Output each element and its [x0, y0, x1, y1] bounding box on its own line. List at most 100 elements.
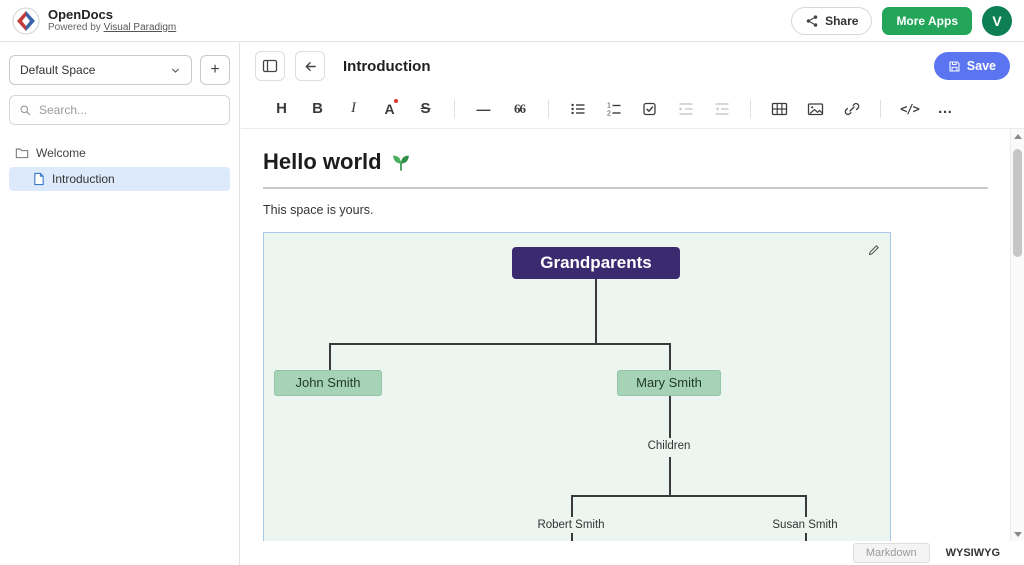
image-button[interactable] [801, 94, 830, 123]
task-list-button[interactable] [635, 94, 664, 123]
space-selector[interactable]: Default Space [9, 55, 192, 85]
connector-line [669, 343, 671, 370]
indent-button[interactable] [671, 94, 700, 123]
color-dot [394, 99, 398, 103]
heading-text: Hello world [263, 147, 382, 177]
bold-button[interactable]: B [303, 94, 332, 123]
svg-text:2: 2 [607, 110, 611, 117]
table-button[interactable] [765, 94, 794, 123]
table-icon [771, 101, 788, 117]
toolbar-separator [548, 100, 549, 118]
triangle-down-icon [1014, 532, 1022, 537]
share-label: Share [825, 14, 858, 28]
editor-viewport[interactable]: Hello world This space is yours. Grandpa… [241, 129, 1010, 565]
save-label: Save [967, 59, 996, 73]
sidebar: Default Space + Welcome [0, 43, 240, 565]
font-color-button[interactable]: A [375, 94, 404, 123]
document-heading: Hello world [263, 147, 988, 177]
opendocs-logo-icon [12, 7, 40, 35]
scroll-down-button[interactable] [1011, 527, 1024, 541]
share-icon [805, 14, 819, 28]
space-row: Default Space + [9, 55, 230, 85]
more-apps-button[interactable]: More Apps [882, 7, 972, 35]
tree-node-john[interactable]: John Smith [274, 370, 382, 396]
sidebar-layout-icon [262, 59, 278, 73]
horizontal-rule-button[interactable]: — [469, 94, 498, 123]
toolbar-separator [880, 100, 881, 118]
back-button[interactable] [295, 51, 325, 81]
tree-node-root[interactable]: Grandparents [512, 247, 680, 279]
toolbar-separator [750, 100, 751, 118]
folder-icon [15, 147, 29, 159]
code-glyph: </> [900, 102, 919, 116]
triangle-up-icon [1014, 134, 1022, 139]
children-edge-label: Children [639, 440, 699, 452]
heading-button[interactable]: H [267, 94, 296, 123]
intro-paragraph: This space is yours. [263, 203, 988, 218]
user-avatar[interactable]: V [982, 6, 1012, 36]
more-options-button[interactable]: … [931, 94, 960, 123]
powered-by-text: Powered by [48, 22, 101, 33]
italic-button[interactable]: I [339, 94, 368, 123]
heading-divider [263, 187, 988, 189]
numbered-list-button[interactable]: 12 [599, 94, 628, 123]
svg-text:1: 1 [607, 102, 611, 109]
main-area: Introduction Save H B I A S — 66 [241, 43, 1024, 565]
quote-glyph: 66 [514, 101, 525, 117]
app-title: OpenDocs [48, 8, 176, 22]
search-icon [19, 104, 32, 117]
task-list-icon [642, 101, 658, 117]
connector-line [329, 343, 670, 345]
outdent-icon [714, 101, 730, 117]
brand: OpenDocs Powered by Visual Paradigm [12, 7, 176, 35]
code-block-button[interactable]: </> [895, 94, 924, 123]
blockquote-button[interactable]: 66 [505, 94, 534, 123]
strikethrough-button[interactable]: S [411, 94, 440, 123]
heading-glyph: H [276, 100, 287, 117]
search-input[interactable] [39, 103, 220, 117]
bullet-list-icon [570, 101, 586, 117]
seedling-icon [390, 151, 412, 173]
toolbar-separator [454, 100, 455, 118]
add-space-button[interactable]: + [200, 55, 230, 85]
save-floppy-icon [948, 60, 961, 73]
strikethrough-glyph: S [420, 100, 430, 117]
app-window: OpenDocs Powered by Visual Paradigm [0, 0, 1024, 565]
family-tree-diagram[interactable]: Grandparents John Smith Mary Smith Child… [263, 232, 891, 565]
powered-by: Powered by Visual Paradigm [48, 22, 176, 34]
edit-diagram-button[interactable] [863, 240, 883, 260]
space-selector-value: Default Space [20, 63, 95, 77]
italic-glyph: I [351, 100, 356, 117]
visual-paradigm-link[interactable]: Visual Paradigm [104, 22, 177, 33]
scrollbar-thumb[interactable] [1013, 149, 1022, 257]
tree-item-welcome[interactable]: Welcome [9, 141, 230, 165]
toggle-sidebar-button[interactable] [255, 51, 285, 81]
editor-mode-footer: Markdown WYSIWYG [241, 541, 1024, 565]
connector-line [805, 495, 807, 517]
brand-text: OpenDocs Powered by Visual Paradigm [48, 8, 176, 34]
tree-node-susan[interactable]: Susan Smith [760, 519, 850, 531]
markdown-mode-button[interactable]: Markdown [853, 543, 930, 563]
connector-line [669, 396, 671, 438]
connector-line [329, 343, 331, 370]
bullet-list-button[interactable] [563, 94, 592, 123]
document-icon [33, 172, 45, 186]
tree-node-robert[interactable]: Robert Smith [526, 519, 616, 531]
wysiwyg-mode-button[interactable]: WYSIWYG [936, 543, 1010, 563]
outdent-button[interactable] [707, 94, 736, 123]
scroll-up-button[interactable] [1011, 129, 1024, 143]
connector-line [595, 279, 597, 343]
vertical-scrollbar[interactable] [1010, 129, 1024, 541]
arrow-left-icon [303, 59, 318, 74]
link-button[interactable] [837, 94, 866, 123]
tree-item-label: Introduction [52, 172, 115, 186]
tree-item-introduction[interactable]: Introduction [9, 167, 230, 191]
connector-line [571, 495, 806, 497]
share-button[interactable]: Share [791, 7, 872, 35]
save-button[interactable]: Save [934, 52, 1010, 80]
connector-line [669, 457, 671, 495]
search-box [9, 95, 230, 125]
ellipsis-glyph: … [938, 100, 954, 117]
tree-node-mary[interactable]: Mary Smith [617, 370, 721, 396]
formatting-toolbar: H B I A S — 66 12 [241, 89, 1024, 129]
